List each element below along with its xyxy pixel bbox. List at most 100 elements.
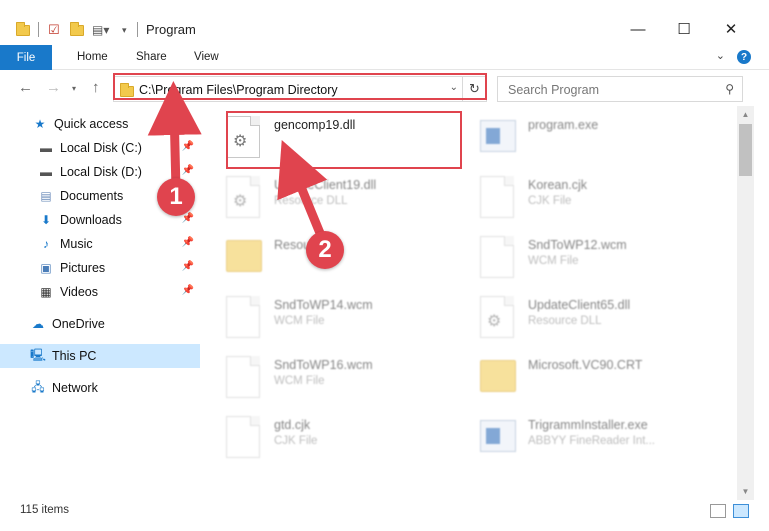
step-1-badge: 1 [157, 178, 195, 216]
file-name: program.exe [528, 118, 599, 132]
tab-share[interactable]: Share [136, 51, 167, 63]
scroll-up-icon[interactable]: ▲ [737, 106, 754, 123]
drive-icon: ▬ [40, 165, 52, 179]
file-icon [480, 236, 514, 278]
file-name: TrigrammInstaller.exe [528, 418, 648, 432]
file-item-program-exe[interactable]: program.exe [462, 108, 702, 160]
pin-icon: 📌 [181, 285, 194, 296]
sidebar-item-local-disk-c[interactable]: ▬ Local Disk (C:) 📌 [0, 136, 200, 160]
pictures-icon: ▣ [40, 261, 52, 275]
videos-icon: ▦ [40, 285, 52, 299]
download-icon: ⬇ [40, 213, 52, 227]
file-icon [226, 416, 260, 458]
folder-icon [480, 360, 516, 392]
up-arrow-icon[interactable]: ↑ [92, 79, 100, 96]
sidebar-item-label: Local Disk (C:) [60, 141, 142, 155]
search-placeholder: Search Program [508, 83, 600, 97]
new-folder-icon[interactable] [70, 20, 84, 40]
minimize-button[interactable]: — [615, 14, 661, 44]
recent-dropdown-icon[interactable]: ▾ [72, 84, 76, 93]
file-item[interactable]: SndToWP14.wcm WCM File [208, 288, 448, 340]
sidebar-item-pictures[interactable]: ▣ Pictures 📌 [0, 256, 200, 280]
sidebar-item-label: Music [60, 237, 93, 251]
address-highlight-box [113, 73, 487, 100]
title-bar: ☑ ▤▾ ▾ Program — ☐ ✕ [0, 0, 769, 44]
properties-icon[interactable]: ☑ [48, 20, 60, 40]
help-icon[interactable]: ? [737, 50, 751, 64]
sidebar-item-network[interactable]: 🖧 Network [0, 376, 200, 400]
file-item[interactable]: gtd.cjk CJK File [208, 408, 448, 460]
item-count: 115 items [20, 504, 70, 516]
search-icon: ⚲ [725, 82, 734, 96]
sidebar-item-label: Network [52, 381, 98, 395]
qa-dropdown-icon[interactable]: ▾ [122, 20, 127, 40]
pin-icon: 📌 [181, 141, 194, 152]
file-icon [226, 356, 260, 398]
sidebar-item-videos[interactable]: ▦ Videos 📌 [0, 280, 200, 304]
dll-icon: ⚙ [226, 176, 260, 218]
chevron-down-icon[interactable]: ⌄ [716, 49, 725, 62]
file-item[interactable]: ⚙ UpdateClient65.dll Resource DLL [462, 288, 702, 340]
large-icons-view-icon[interactable] [733, 504, 749, 518]
scroll-thumb[interactable] [739, 124, 752, 176]
file-item[interactable]: TrigrammInstaller.exe ABBYY FineReader I… [462, 408, 702, 460]
file-name: Microsoft.VC90.CRT [528, 358, 643, 372]
sidebar-item-label: This PC [52, 349, 97, 363]
navigation-pane: ★ Quick access ▬ Local Disk (C:) 📌 ▬ Loc… [0, 106, 200, 500]
folder-icon [226, 240, 262, 272]
separator [137, 22, 138, 37]
documents-icon: ▤ [40, 189, 52, 203]
exe-icon [480, 420, 516, 452]
file-item[interactable]: ⚙ UpdateClient19.dll Resource DLL [208, 168, 448, 220]
network-icon: 🖧 [31, 379, 45, 394]
forward-arrow-icon[interactable]: → [46, 79, 61, 96]
file-item[interactable]: Korean.cjk CJK File [462, 168, 702, 220]
file-icon [480, 176, 514, 218]
file-desc: WCM File [274, 315, 325, 327]
step-2-badge: 2 [306, 231, 344, 269]
file-item[interactable]: SndToWP12.wcm WCM File [462, 228, 702, 280]
file-name: gtd.cjk [274, 418, 311, 432]
customize-qa-icon[interactable]: ▤▾ [92, 20, 109, 40]
file-desc: Resource DLL [528, 315, 602, 327]
file-desc: Resource DLL [274, 195, 348, 207]
close-button[interactable]: ✕ [708, 14, 754, 44]
maximize-button[interactable]: ☐ [661, 14, 707, 44]
scroll-down-icon[interactable]: ▼ [737, 483, 754, 500]
sidebar-item-this-pc[interactable]: 🖳 This PC [0, 344, 200, 368]
file-name: SndToWP12.wcm [528, 238, 627, 252]
file-name: SndToWP14.wcm [274, 298, 373, 312]
vertical-scrollbar[interactable]: ▲ ▼ [737, 106, 754, 500]
details-view-icon[interactable] [710, 504, 726, 518]
pin-icon: 📌 [181, 213, 194, 224]
sidebar-item-onedrive[interactable]: ☁ OneDrive [0, 312, 200, 336]
separator [38, 22, 39, 37]
file-icon [226, 296, 260, 338]
sidebar-item-label: Videos [60, 285, 98, 299]
sidebar-item-label: Quick access [54, 117, 129, 131]
tab-file[interactable]: File [0, 45, 52, 70]
file-desc: WCM File [528, 255, 579, 267]
dll-icon: ⚙ [480, 296, 514, 338]
sidebar-item-quick-access[interactable]: ★ Quick access [0, 112, 200, 136]
sidebar-item-label: Downloads [60, 213, 122, 227]
file-item[interactable]: SndToWP16.wcm WCM File [208, 348, 448, 400]
sidebar-item-label: Pictures [60, 261, 106, 275]
file-desc: ABBYY FineReader Int... [528, 435, 655, 447]
sidebar-item-label: Documents [60, 189, 124, 203]
file-highlight-box [226, 111, 462, 169]
ribbon: File Home Share View ⌄ ? [0, 45, 769, 70]
folder-icon [16, 20, 30, 40]
file-item[interactable]: Microsoft.VC90.CRT [462, 348, 702, 400]
window-title: Program [146, 22, 196, 37]
sidebar-item-label: Local Disk (D:) [60, 165, 142, 179]
sidebar-item-music[interactable]: ♪ Music 📌 [0, 232, 200, 256]
tab-view[interactable]: View [194, 51, 219, 63]
search-input[interactable]: Search Program ⚲ [497, 76, 743, 102]
back-arrow-icon[interactable]: ← [18, 79, 33, 96]
computer-icon: 🖳 [30, 347, 47, 362]
file-desc: CJK File [274, 435, 318, 447]
star-icon: ★ [34, 117, 46, 131]
tab-home[interactable]: Home [77, 51, 108, 63]
file-name: Korean.cjk [528, 178, 588, 192]
